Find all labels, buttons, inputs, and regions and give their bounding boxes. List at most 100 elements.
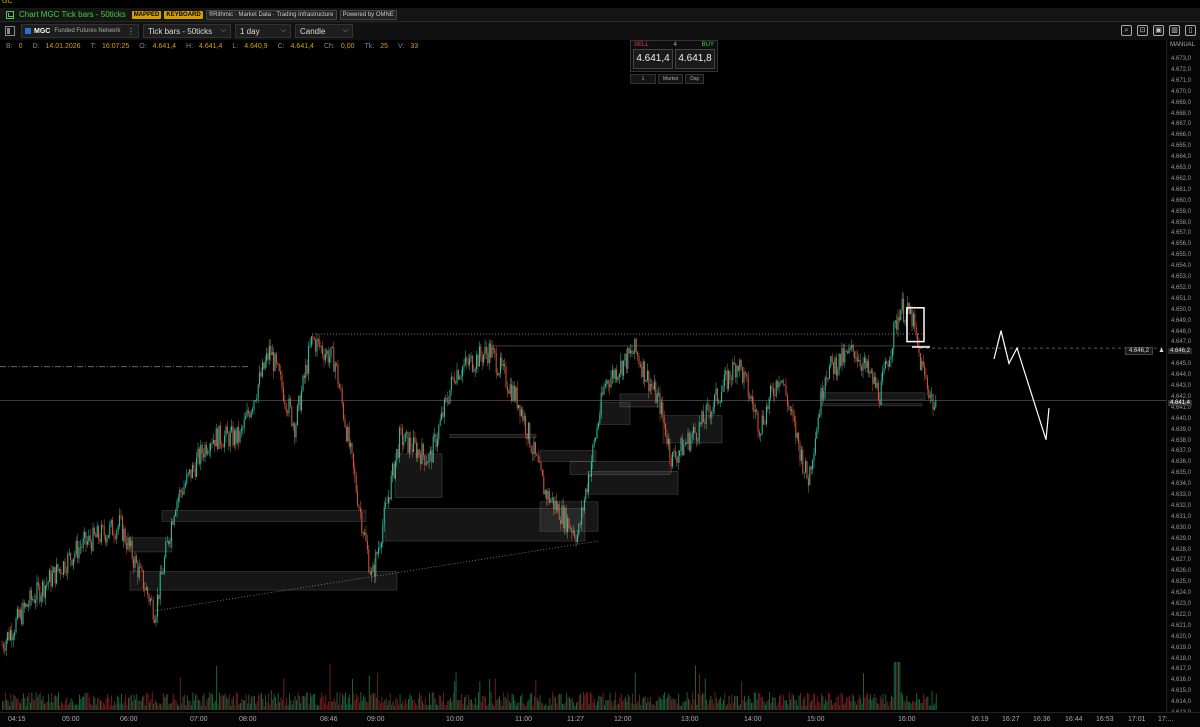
volume-bar [784, 699, 786, 710]
candle-body [862, 363, 864, 371]
price-axis[interactable]: MANUAL 4.673,0 4.672,0 4.671,0 4.670,0 4.669… [1166, 40, 1200, 716]
more-icon[interactable]: ⋮ [127, 27, 135, 36]
candle-body [4, 648, 6, 651]
candle-body [330, 347, 332, 357]
buy-button[interactable]: 4.641,8 [675, 49, 715, 69]
panel-toggle-icon[interactable] [5, 26, 15, 36]
volume-bar [375, 697, 377, 710]
volume-bar [258, 695, 260, 710]
candle-body [29, 590, 31, 606]
time-tick-label: 16:44 [1065, 716, 1083, 723]
volume-bar [319, 698, 321, 710]
candle-body [728, 371, 730, 389]
volume-bar [179, 677, 181, 710]
candle-body [567, 518, 569, 532]
candle-body [896, 320, 898, 330]
candle-body [561, 505, 563, 524]
volume-bar [51, 693, 52, 710]
candle-body [315, 339, 317, 352]
volume-bar [343, 696, 345, 710]
lock-icon[interactable]: ⊡ [1137, 25, 1148, 36]
candle-body [655, 382, 657, 403]
candle-body [596, 427, 598, 439]
candle-body [30, 590, 32, 600]
candle-body [793, 416, 795, 422]
zoom-icon[interactable]: ⌕ [1121, 25, 1132, 36]
candle-body [417, 449, 419, 458]
price-tick-label: 4.670,0 [1171, 88, 1192, 95]
candle-body [93, 527, 95, 535]
volume-bar [185, 705, 187, 710]
volume-bar [826, 701, 828, 710]
candle-body [359, 507, 361, 512]
quantity-input[interactable]: 1 [630, 74, 656, 84]
volume-bar [548, 705, 549, 710]
candle-body [336, 363, 338, 365]
candle-body [459, 376, 461, 380]
price-tick-label: 4.655,0 [1171, 252, 1192, 259]
volume-bar [515, 705, 517, 710]
style-dropdown[interactable]: Candle ⌵ [295, 24, 353, 38]
volume-bar [381, 696, 383, 710]
candle-body [649, 383, 651, 392]
candle-body [415, 442, 417, 458]
candle-body [765, 406, 767, 425]
omne-badge: Powered by OMNE [339, 9, 397, 20]
candle-body [886, 361, 888, 365]
candle-body [32, 599, 34, 600]
candle-body [744, 372, 746, 374]
candle-body [504, 364, 506, 367]
volume-bar [532, 705, 534, 710]
candle-body [574, 531, 576, 538]
sell-button[interactable]: 4.641,4 [633, 49, 673, 69]
volume-bar [591, 693, 593, 710]
volume-bar [276, 703, 278, 710]
candle-body [327, 350, 329, 363]
tif-select[interactable]: Day [685, 74, 705, 84]
volume-bar [476, 704, 478, 710]
candle-body [779, 382, 781, 383]
price-tick-label: 4.631,0 [1171, 513, 1192, 520]
candle-body [425, 462, 427, 465]
candle-body [452, 376, 454, 378]
price-tick-label: 4.633,0 [1171, 492, 1192, 498]
volume-bar [94, 697, 96, 710]
volume-bar [79, 694, 80, 710]
bar-type-dropdown[interactable]: Tick bars - 50ticks ⌵ [143, 24, 231, 38]
candle-body [501, 357, 503, 366]
trash-icon[interactable]: ▥ [1169, 25, 1180, 36]
volume-bar [73, 704, 75, 710]
volume-bar [830, 699, 832, 710]
candle-body [270, 346, 272, 356]
bell-icon[interactable]: ▲ [1158, 347, 1165, 354]
volume-bar [643, 697, 645, 710]
price-tick-label: 4.644,0 [1171, 372, 1192, 379]
volume-bar [853, 695, 855, 710]
camera-icon[interactable]: ▣ [1153, 25, 1164, 36]
order-type-select[interactable]: Market [658, 74, 684, 84]
volume-bar [280, 697, 282, 710]
candle-body [19, 609, 21, 618]
candle-body [39, 585, 41, 602]
candle-body [218, 425, 220, 450]
time-axis[interactable]: 04:15 05:00 06:00 07:00 08:00 08:46 09:00 10:00… [0, 712, 1200, 727]
price-chart[interactable] [0, 40, 1166, 712]
volume-bar [464, 697, 465, 710]
period-dropdown[interactable]: 1 day ⌵ [235, 24, 291, 38]
volume-bar [396, 699, 398, 710]
volume-bar [49, 702, 51, 710]
volume-bar [210, 693, 212, 710]
volume-bar [374, 692, 376, 710]
volume-bar [608, 699, 610, 710]
volume-bar [486, 705, 488, 710]
candle-body [231, 426, 233, 432]
symbol-selector[interactable]: MGC Funded Futures Network ⋮ [21, 24, 139, 38]
sidebar-icon[interactable]: ▯ [1185, 25, 1196, 36]
volume-bar [296, 700, 297, 710]
volume-bar [501, 705, 503, 710]
volume-bar [181, 703, 183, 710]
price-tick-label: 4.622,0 [1171, 611, 1192, 618]
candle-body [639, 364, 641, 367]
volume-bar [905, 702, 906, 710]
candle-body [204, 444, 206, 458]
